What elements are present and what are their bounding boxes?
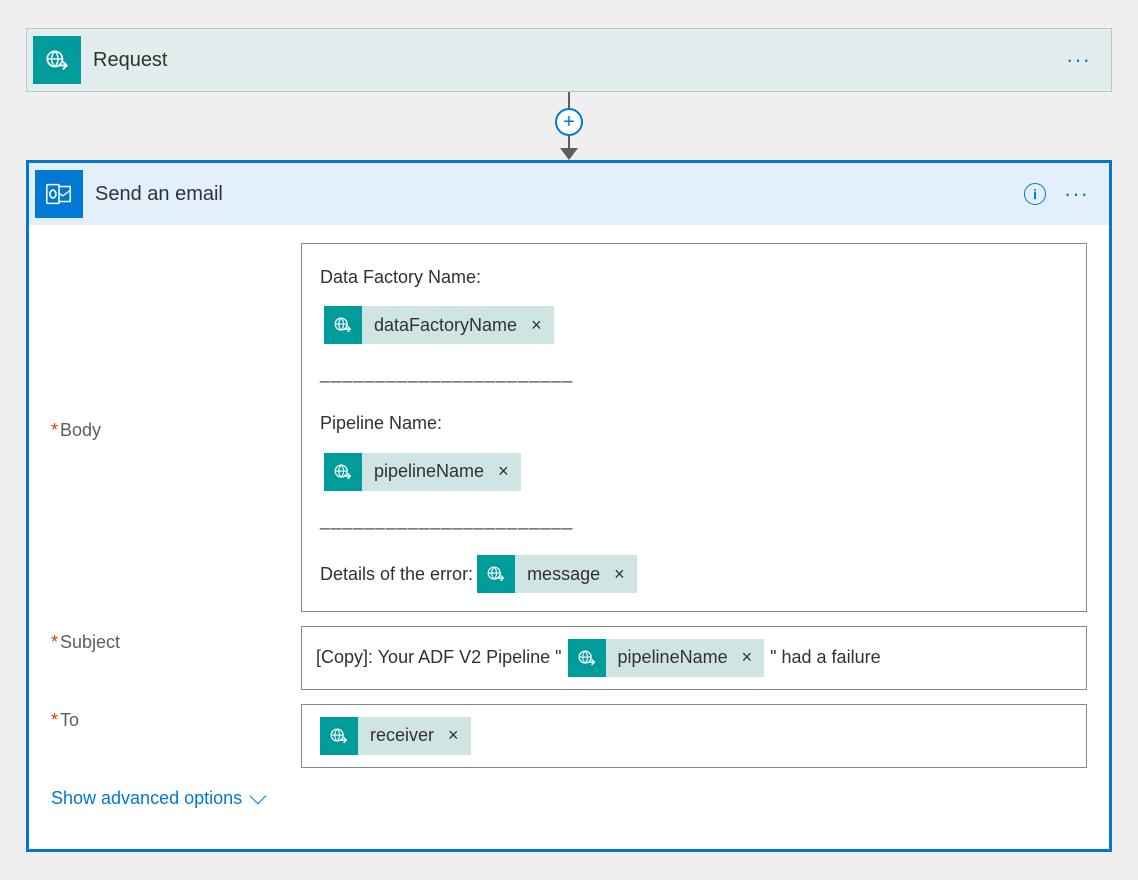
globe-icon (324, 306, 362, 344)
to-field-row: *To receiver × (51, 704, 1087, 768)
token-label: receiver (358, 725, 446, 746)
body-field-row: *Body Data Factory Name: dataFactoryName… (51, 243, 1087, 612)
globe-icon (324, 453, 362, 491)
subject-prefix-text: [Copy]: Your ADF V2 Pipeline " (316, 647, 562, 668)
subject-label: *Subject (51, 626, 301, 653)
body-label: *Body (51, 414, 301, 441)
info-icon[interactable]: i (1024, 183, 1046, 205)
to-input[interactable]: receiver × (301, 704, 1087, 768)
to-label: *To (51, 704, 301, 731)
send-email-card[interactable]: Send an email i ··· *Body Data Factory N… (26, 160, 1112, 852)
arrow-down-icon (560, 148, 578, 160)
http-request-icon (33, 36, 81, 84)
token-remove-button[interactable]: × (612, 557, 637, 591)
token-datafactoryname[interactable]: dataFactoryName × (324, 306, 554, 344)
globe-arrow-icon (44, 47, 70, 73)
send-email-title: Send an email (91, 183, 1024, 206)
globe-icon (477, 555, 515, 593)
globe-icon (568, 639, 606, 677)
globe-icon (320, 717, 358, 755)
separator-line: _______________________ (320, 503, 573, 537)
token-remove-button[interactable]: × (496, 454, 521, 488)
subject-field-row: *Subject [Copy]: Your ADF V2 Pipeline " … (51, 626, 1087, 690)
token-remove-button[interactable]: × (740, 647, 765, 668)
body-text-line: Data Factory Name: (320, 260, 481, 294)
request-card[interactable]: Request ··· (26, 28, 1112, 92)
token-message[interactable]: message × (477, 555, 637, 593)
token-label: message (515, 557, 612, 591)
send-email-menu-button[interactable]: ··· (1064, 183, 1089, 205)
body-text-line: Details of the error: (320, 557, 473, 591)
connector: + (26, 92, 1112, 160)
show-advanced-options-button[interactable]: Show advanced options (51, 788, 264, 809)
token-pipelinename[interactable]: pipelineName × (324, 453, 521, 491)
subject-input[interactable]: [Copy]: Your ADF V2 Pipeline " pipelineN… (301, 626, 1087, 690)
outlook-icon-svg (44, 179, 74, 209)
body-input[interactable]: Data Factory Name: dataFactoryName × ___… (301, 243, 1087, 612)
separator-line: _______________________ (320, 356, 573, 390)
chevron-down-icon (250, 788, 267, 805)
token-label: dataFactoryName (362, 308, 529, 342)
token-label: pipelineName (606, 647, 740, 668)
token-remove-button[interactable]: × (446, 725, 471, 746)
request-menu-button[interactable]: ··· (1066, 49, 1091, 71)
add-step-button[interactable]: + (555, 108, 583, 136)
subject-suffix-text: " had a failure (770, 647, 880, 668)
request-title: Request (89, 49, 1066, 72)
token-pipelinename[interactable]: pipelineName × (568, 639, 765, 677)
token-receiver[interactable]: receiver × (320, 717, 471, 755)
token-remove-button[interactable]: × (529, 308, 554, 342)
body-text-line: Pipeline Name: (320, 406, 442, 440)
outlook-icon (35, 170, 83, 218)
token-label: pipelineName (362, 454, 496, 488)
